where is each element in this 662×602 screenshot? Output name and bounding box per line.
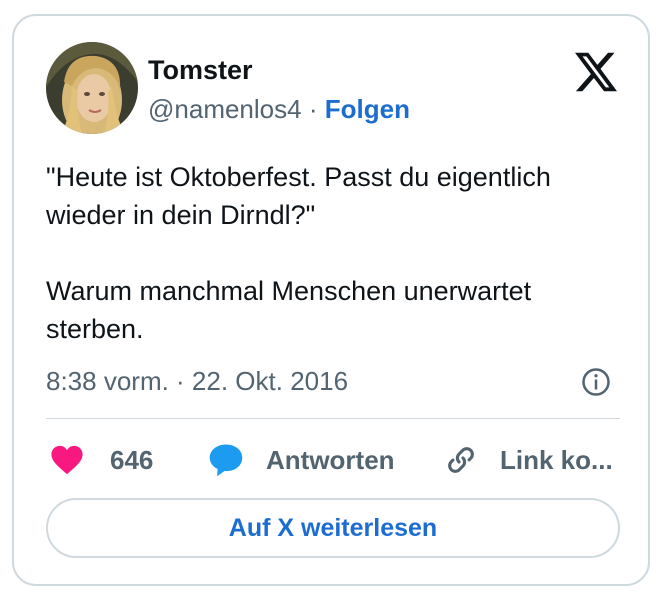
reply-label: Antworten xyxy=(266,444,395,475)
tweet-card: Tomster @namenlos4 · Folgen "Heute ist O… xyxy=(12,14,650,586)
x-logo-icon[interactable] xyxy=(575,52,617,92)
follow-link[interactable]: Folgen xyxy=(325,94,410,124)
author-handle[interactable]: @namenlos4 xyxy=(148,94,302,124)
avatar[interactable] xyxy=(46,42,138,134)
tweet-actions: 646 Antworten Link ko... xyxy=(46,440,626,480)
tweet-text: "Heute ist Oktoberfest. Passt du eigentl… xyxy=(46,162,551,344)
author-handle-row: @namenlos4 · Folgen xyxy=(148,93,410,125)
tweet-timestamp[interactable]: 8:38 vorm. · 22. Okt. 2016 xyxy=(46,364,348,398)
heart-icon xyxy=(51,445,83,475)
copy-link-label: Link ko... xyxy=(500,444,613,475)
link-icon xyxy=(448,447,474,473)
divider xyxy=(46,418,620,419)
reply-button[interactable]: Antworten xyxy=(208,440,395,480)
separator: · xyxy=(308,94,318,124)
reply-bubble-icon xyxy=(209,444,243,477)
copy-link-button[interactable]: Link ko... xyxy=(444,440,613,480)
info-icon[interactable] xyxy=(581,367,611,397)
read-more-button[interactable]: Auf X weiterlesen xyxy=(46,498,620,558)
author-name[interactable]: Tomster xyxy=(148,54,253,86)
like-button[interactable]: 646 xyxy=(50,440,153,480)
like-count: 646 xyxy=(110,444,154,475)
